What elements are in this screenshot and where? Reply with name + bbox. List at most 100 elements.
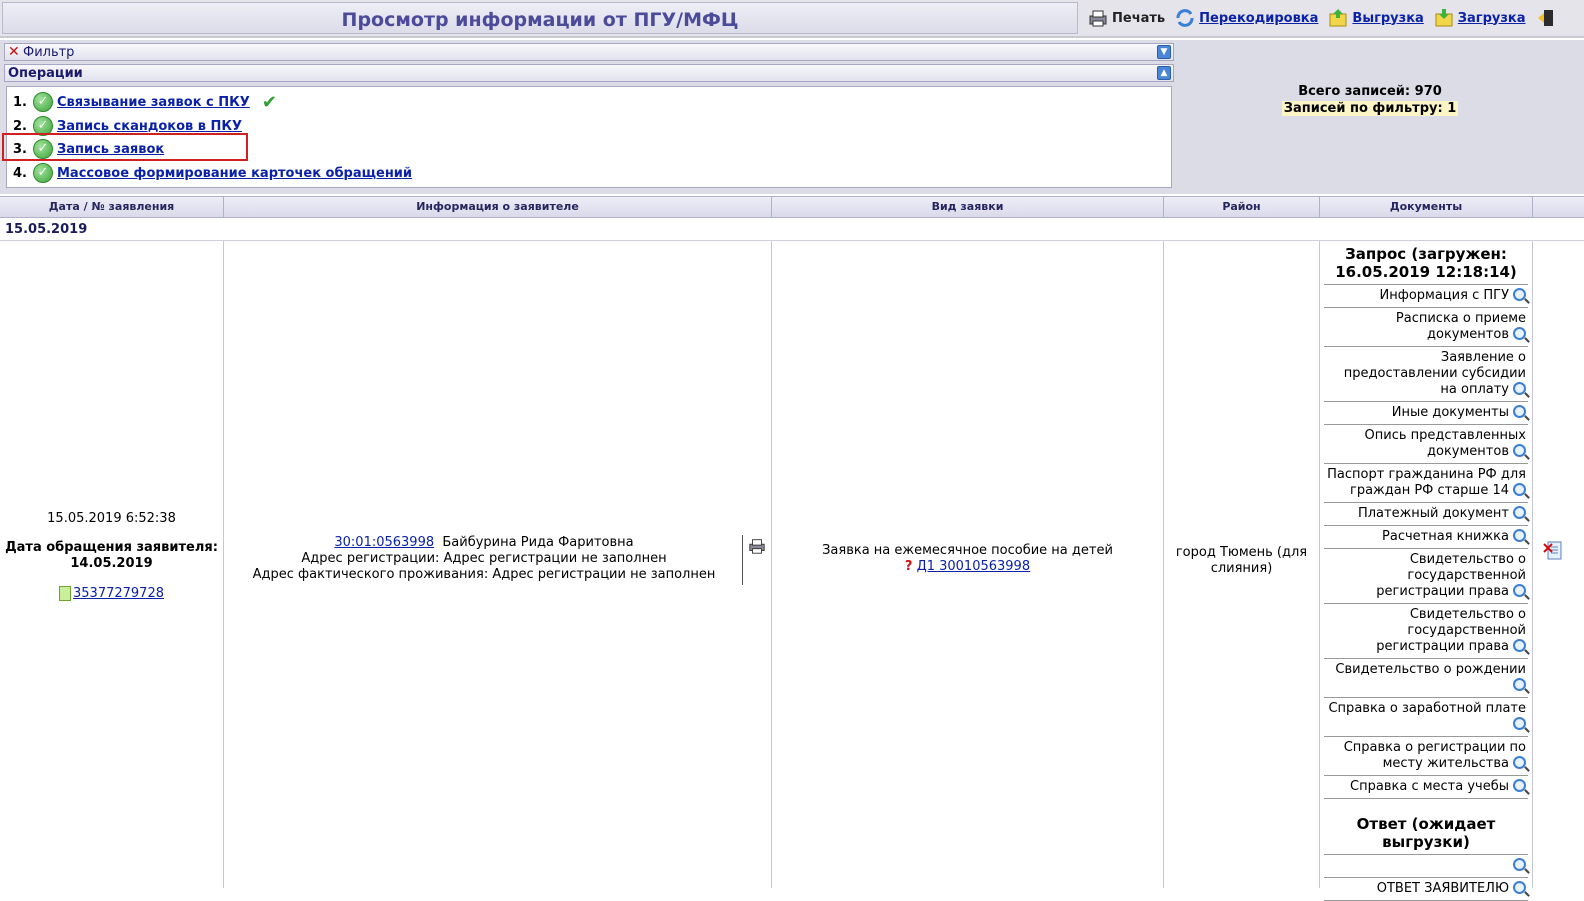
close-filter-icon[interactable]: ✕ (8, 45, 20, 59)
magnifier-icon[interactable] (1513, 678, 1526, 691)
magnifier-icon[interactable] (1513, 288, 1526, 301)
document-item[interactable]: Свидетельство о государственной регистра… (1324, 549, 1528, 604)
request-datetime: 15.05.2019 6:52:38 (47, 511, 176, 526)
document-item[interactable]: Опись представленных документов (1324, 425, 1528, 464)
answer-section-title: Ответ (ожидает выгрузки) (1324, 815, 1528, 855)
applicant-name: Байбурина Рида Фаритовна (442, 535, 634, 550)
filtered-value: 1 (1447, 101, 1457, 116)
filter-bar[interactable]: ✕ Фильтр ▼ (4, 43, 1174, 61)
import-button[interactable]: Загрузка (1434, 8, 1526, 28)
request-case-link[interactable]: Д1 30010563998 (917, 559, 1031, 574)
document-item[interactable]: Иные документы (1324, 402, 1528, 425)
operations-label: Операции (8, 66, 83, 81)
operation-link-link-requests[interactable]: Связывание заявок с ПКУ (57, 95, 250, 110)
refresh-icon (1176, 9, 1194, 27)
operations-bar[interactable]: Операции ▲ (4, 64, 1174, 82)
folder-import-icon (1435, 9, 1453, 27)
column-header-applicant[interactable]: Информация о заявителе (224, 197, 772, 217)
operation-number: 1. (13, 94, 27, 110)
table-row: 15.05.2019 6:52:38 Дата обращения заявит… (0, 241, 1584, 901)
import-link[interactable]: Загрузка (1458, 11, 1526, 26)
cell-district: город Тюмень (для слияния) (1164, 241, 1320, 888)
magnifier-icon[interactable] (1513, 584, 1526, 597)
filter-label: Фильтр (23, 45, 75, 60)
cell-applicant: 30:01:0563998 Байбурина Рида Фаритовна А… (224, 241, 772, 888)
document-item[interactable]: Паспорт гражданина РФ для граждан РФ ста… (1324, 464, 1528, 503)
operation-link-write-scandocs[interactable]: Запись скандоков в ПКУ (57, 119, 242, 134)
application-number-link[interactable]: 35377279728 (73, 586, 164, 601)
operation-number: 4. (13, 165, 27, 181)
column-header-documents[interactable]: Документы (1320, 197, 1533, 217)
printer-icon (1089, 10, 1107, 27)
column-header-district[interactable]: Район (1164, 197, 1320, 217)
magnifier-icon[interactable] (1513, 779, 1526, 792)
magnifier-icon[interactable] (1513, 327, 1526, 340)
export-button[interactable]: Выгрузка (1328, 8, 1424, 28)
request-type: Заявка на ежемесячное пособие на детей (822, 543, 1113, 558)
document-item[interactable]: Информация с ПГУ (1324, 285, 1528, 308)
operation-link-mass-cards[interactable]: Массовое формирование карточек обращений (57, 166, 412, 181)
recode-button[interactable]: Перекодировка (1175, 8, 1318, 28)
export-link[interactable]: Выгрузка (1352, 11, 1423, 26)
actual-address: Адрес фактического проживания: Адрес рег… (252, 567, 716, 582)
magnifier-icon[interactable] (1513, 506, 1526, 519)
chevron-up-icon[interactable]: ▲ (1157, 66, 1171, 80)
chevron-down-icon[interactable]: ▼ (1157, 45, 1171, 59)
folder-export-icon (1329, 9, 1347, 27)
records-stats: Всего записей: 970 Записей по фильтру: 1 (1176, 84, 1564, 118)
table-header: Дата / № заявления Информация о заявител… (0, 196, 1584, 218)
cell-documents: Запрос (загружен: 16.05.2019 12:18:14) И… (1320, 241, 1533, 901)
operation-number: 2. (13, 118, 27, 134)
request-section-title: Запрос (загружен: 16.05.2019 12:18:14) (1324, 245, 1528, 285)
filtered-label: Записей по фильтру: (1283, 101, 1443, 116)
page-title: Просмотр информации от ПГУ/МФЦ (341, 9, 739, 31)
cell-actions (1533, 241, 1584, 888)
delete-document-icon[interactable] (1543, 539, 1563, 561)
document-item[interactable]: Свидетельство о государственной регистра… (1324, 604, 1528, 659)
column-header-request-type[interactable]: Вид заявки (772, 197, 1164, 217)
magnifier-icon[interactable] (1513, 529, 1526, 542)
appeal-label: Дата обращения заявителя: (5, 540, 218, 555)
page-title-box: Просмотр информации от ПГУ/МФЦ (2, 2, 1078, 34)
document-icon (59, 586, 71, 601)
magnifier-icon[interactable] (1513, 639, 1526, 652)
document-item[interactable]: Заявление о предоставлении субсидии на о… (1324, 347, 1528, 402)
document-item[interactable]: Платежный документ (1324, 503, 1528, 526)
exit-door-icon[interactable] (1536, 8, 1556, 28)
check-circle-icon: ✓ (33, 163, 53, 183)
cell-date: 15.05.2019 6:52:38 Дата обращения заявит… (0, 241, 224, 888)
answer-document-item[interactable]: ОТВЕТ ЗАЯВИТЕЛЮ (1324, 878, 1528, 901)
document-item[interactable]: Справка с места учебы (1324, 776, 1528, 799)
column-header-date[interactable]: Дата / № заявления (0, 197, 224, 217)
answer-document-item[interactable] (1324, 855, 1528, 878)
print-label: Печать (1112, 10, 1166, 26)
registration-address: Адрес регистрации: Адрес регистрации не … (301, 551, 667, 566)
total-value: 970 (1414, 84, 1442, 99)
magnifier-icon[interactable] (1513, 858, 1526, 871)
total-label: Всего записей: (1298, 84, 1411, 99)
magnifier-icon[interactable] (1513, 382, 1526, 395)
cell-request-type: Заявка на ежемесячное пособие на детей ?… (772, 241, 1164, 888)
magnifier-icon[interactable] (1513, 756, 1526, 769)
print-button[interactable]: Печать (1088, 8, 1165, 28)
magnifier-icon[interactable] (1513, 717, 1526, 730)
appeal-date: 14.05.2019 (70, 556, 153, 571)
document-item[interactable]: Расписка о приеме документов (1324, 308, 1528, 347)
recode-link[interactable]: Перекодировка (1199, 11, 1318, 26)
group-date-row: 15.05.2019 (0, 219, 1584, 241)
magnifier-icon[interactable] (1513, 483, 1526, 496)
document-item[interactable]: Свидетельство о рождении (1324, 659, 1528, 698)
document-item[interactable]: Расчетная книжка (1324, 526, 1528, 549)
highlight-box (2, 133, 248, 161)
toolbar: Печать Перекодировка Выгрузка Загрузка (1080, 2, 1584, 34)
applicant-code-link[interactable]: 30:01:0563998 (334, 535, 434, 550)
printer-icon[interactable] (747, 537, 767, 555)
magnifier-icon[interactable] (1513, 444, 1526, 457)
document-item[interactable]: Справка о регистрации по месту жительств… (1324, 737, 1528, 776)
document-item[interactable]: Справка о заработной плате (1324, 698, 1528, 737)
group-date: 15.05.2019 (5, 222, 88, 237)
column-header-actions (1533, 197, 1584, 217)
operation-item: 1. ✓ Связывание заявок с ПКУ ✔ (13, 91, 277, 113)
question-mark-icon[interactable]: ? (905, 559, 913, 574)
magnifier-icon[interactable] (1513, 405, 1526, 418)
